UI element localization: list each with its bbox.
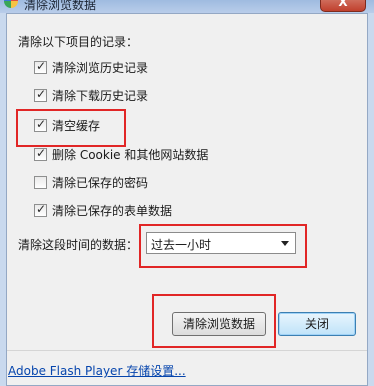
close-button[interactable]: 关闭 bbox=[278, 312, 356, 336]
option-label: 清除浏览历史记录 bbox=[52, 61, 149, 75]
annotation-box-time-range bbox=[139, 224, 307, 268]
footer-divider bbox=[7, 350, 367, 351]
browser-logo-icon bbox=[4, 0, 18, 8]
annotation-box-clear-button bbox=[152, 294, 276, 348]
option-label: 清除已保存的表单数据 bbox=[52, 204, 173, 218]
flash-storage-settings-link[interactable]: Adobe Flash Player 存储设置... bbox=[8, 362, 186, 379]
annotation-box-cache bbox=[16, 109, 126, 147]
checkbox-clear-history[interactable] bbox=[34, 59, 47, 74]
checkbox-clear-passwords[interactable] bbox=[34, 176, 47, 189]
checkbox-clear-downloads[interactable] bbox=[34, 87, 47, 102]
time-range-label: 清除这段时间的数据： bbox=[18, 238, 139, 252]
window-title: 清除浏览数据 bbox=[24, 0, 97, 12]
window-close-button[interactable]: X bbox=[320, 0, 366, 12]
option-label: 清除下载历史记录 bbox=[52, 89, 149, 103]
checkbox-clear-form-data[interactable] bbox=[34, 202, 47, 217]
option-label: 删除 Cookie 和其他网站数据 bbox=[52, 148, 209, 162]
option-label: 清除已保存的密码 bbox=[52, 176, 149, 190]
section-label: 清除以下项目的记录： bbox=[18, 35, 139, 49]
checkbox-delete-cookies[interactable] bbox=[34, 146, 47, 161]
title-bar: 清除浏览数据 X bbox=[0, 0, 374, 13]
close-icon: X bbox=[338, 0, 348, 9]
clear-browsing-data-dialog: 清除浏览数据 X 清除以下项目的记录： 清除浏览历史记录 清除下载历史记录 清空… bbox=[0, 0, 374, 386]
